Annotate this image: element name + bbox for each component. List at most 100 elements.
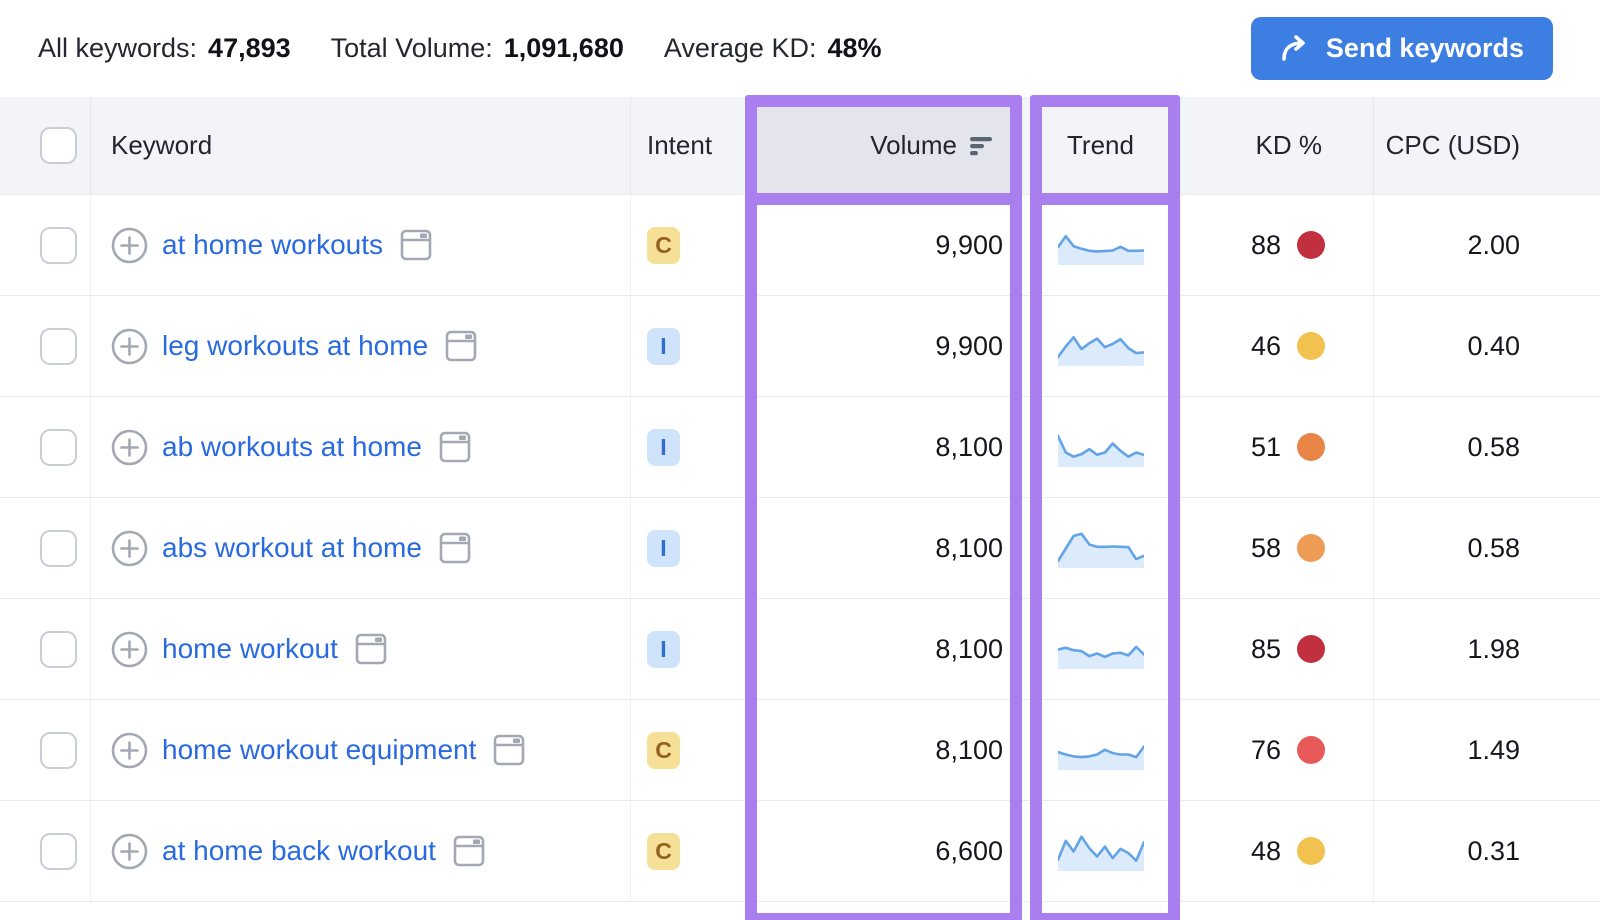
volume-cell: 8,100 — [745, 700, 1020, 800]
trend-cell — [1020, 195, 1180, 295]
add-keyword-plus-icon[interactable] — [111, 328, 148, 365]
table-row: at home back workout C 6,600 48 0.31 — [0, 801, 1600, 902]
volume-value: 9,900 — [935, 331, 1003, 362]
add-keyword-plus-icon[interactable] — [111, 631, 148, 668]
cpc-cell: 2.00 — [1373, 195, 1600, 295]
intent-cell: I — [630, 498, 745, 598]
volume-cell: 9,900 — [745, 296, 1020, 396]
column-header-trend: Trend — [1020, 97, 1180, 194]
kd-cell: 46 — [1180, 296, 1373, 396]
keyword-link[interactable]: at home workouts — [162, 229, 383, 261]
summary-stats: All keywords:47,893 Total Volume:1,091,6… — [38, 33, 882, 64]
column-header-kd[interactable]: KD % — [1180, 97, 1373, 194]
add-keyword-plus-icon[interactable] — [111, 833, 148, 870]
volume-cell: 8,100 — [745, 498, 1020, 598]
volume-cell: 8,100 — [745, 397, 1020, 497]
keyword-link[interactable]: leg workouts at home — [162, 330, 428, 362]
serp-features-icon[interactable] — [492, 733, 526, 767]
intent-badge: I — [647, 530, 680, 567]
kd-difficulty-dot — [1297, 534, 1325, 562]
cpc-value: 1.98 — [1467, 634, 1520, 665]
volume-cell: 6,600 — [745, 801, 1020, 901]
send-keywords-label: Send keywords — [1326, 33, 1524, 64]
intent-badge: C — [647, 833, 680, 870]
keyword-magic-tool-page: All keywords:47,893 Total Volume:1,091,6… — [0, 0, 1600, 920]
row-checkbox-cell — [0, 296, 90, 396]
row-checkbox[interactable] — [40, 833, 77, 870]
volume-cell: 9,900 — [745, 195, 1020, 295]
kd-cell: 58 — [1180, 498, 1373, 598]
stat-total-volume-value: 1,091,680 — [504, 33, 624, 63]
keyword-cell: at home workouts — [90, 195, 630, 295]
intent-cell: I — [630, 397, 745, 497]
row-checkbox-cell — [0, 498, 90, 598]
keyword-cell: abs workout at home — [90, 498, 630, 598]
trend-sparkline — [1058, 527, 1144, 569]
row-checkbox[interactable] — [40, 429, 77, 466]
kd-value: 58 — [1251, 533, 1281, 564]
intent-header-label: Intent — [647, 130, 712, 161]
kd-difficulty-dot — [1297, 837, 1325, 865]
keyword-link[interactable]: ab workouts at home — [162, 431, 422, 463]
trend-sparkline — [1058, 830, 1144, 872]
column-header-volume[interactable]: Volume — [745, 97, 1020, 194]
stat-average-kd-value: 48% — [827, 33, 881, 63]
keyword-link[interactable]: abs workout at home — [162, 532, 422, 564]
volume-cell: 8,100 — [745, 599, 1020, 699]
column-header-keyword: Keyword — [90, 97, 630, 194]
row-checkbox-cell — [0, 801, 90, 901]
cpc-cell: 0.58 — [1373, 397, 1600, 497]
row-checkbox[interactable] — [40, 328, 77, 365]
volume-header-label: Volume — [870, 130, 957, 161]
cpc-cell: 0.58 — [1373, 498, 1600, 598]
intent-badge: I — [647, 328, 680, 365]
cpc-value: 0.31 — [1467, 836, 1520, 867]
row-checkbox[interactable] — [40, 227, 77, 264]
cpc-cell: 0.40 — [1373, 296, 1600, 396]
kd-cell: 85 — [1180, 599, 1373, 699]
table-row: abs workout at home I 8,100 58 0.58 — [0, 498, 1600, 599]
keyword-link[interactable]: home workout — [162, 633, 338, 665]
row-checkbox[interactable] — [40, 530, 77, 567]
add-keyword-plus-icon[interactable] — [111, 429, 148, 466]
intent-cell: I — [630, 296, 745, 396]
keyword-link[interactable]: home workout equipment — [162, 734, 476, 766]
row-checkbox[interactable] — [40, 732, 77, 769]
cpc-cell: 0.31 — [1373, 801, 1600, 901]
add-keyword-plus-icon[interactable] — [111, 732, 148, 769]
column-header-cpc[interactable]: CPC (USD) — [1373, 97, 1600, 194]
keyword-link[interactable]: at home back workout — [162, 835, 436, 867]
keyword-cell: home workout equipment — [90, 700, 630, 800]
intent-cell: C — [630, 195, 745, 295]
add-keyword-plus-icon[interactable] — [111, 530, 148, 567]
cpc-header-label: CPC (USD) — [1386, 130, 1520, 161]
serp-features-icon[interactable] — [354, 632, 388, 666]
row-checkbox-cell — [0, 397, 90, 497]
keyword-header-label: Keyword — [111, 130, 212, 161]
intent-badge: I — [647, 429, 680, 466]
column-header-intent: Intent — [630, 97, 745, 194]
serp-features-icon[interactable] — [452, 834, 486, 868]
row-checkbox[interactable] — [40, 631, 77, 668]
kd-header-label: KD % — [1256, 130, 1322, 161]
cpc-value: 0.58 — [1467, 432, 1520, 463]
kd-difficulty-dot — [1297, 433, 1325, 461]
kd-value: 85 — [1251, 634, 1281, 665]
serp-features-icon[interactable] — [438, 430, 472, 464]
table-row: ab workouts at home I 8,100 51 0.58 — [0, 397, 1600, 498]
table-body: at home workouts C 9,900 88 2.00 — [0, 195, 1600, 902]
trend-cell — [1020, 296, 1180, 396]
serp-features-icon[interactable] — [444, 329, 478, 363]
cpc-value: 0.40 — [1467, 331, 1520, 362]
serp-features-icon[interactable] — [438, 531, 472, 565]
table-row: at home workouts C 9,900 88 2.00 — [0, 195, 1600, 296]
table-row: home workout I 8,100 85 1.98 — [0, 599, 1600, 700]
keyword-cell: ab workouts at home — [90, 397, 630, 497]
table-row: home workout equipment C 8,100 76 1.49 — [0, 700, 1600, 801]
add-keyword-plus-icon[interactable] — [111, 227, 148, 264]
kd-value: 48 — [1251, 836, 1281, 867]
sort-descending-icon — [970, 135, 994, 157]
serp-features-icon[interactable] — [399, 228, 433, 262]
send-keywords-button[interactable]: Send keywords — [1251, 17, 1553, 80]
select-all-checkbox[interactable] — [40, 127, 77, 164]
